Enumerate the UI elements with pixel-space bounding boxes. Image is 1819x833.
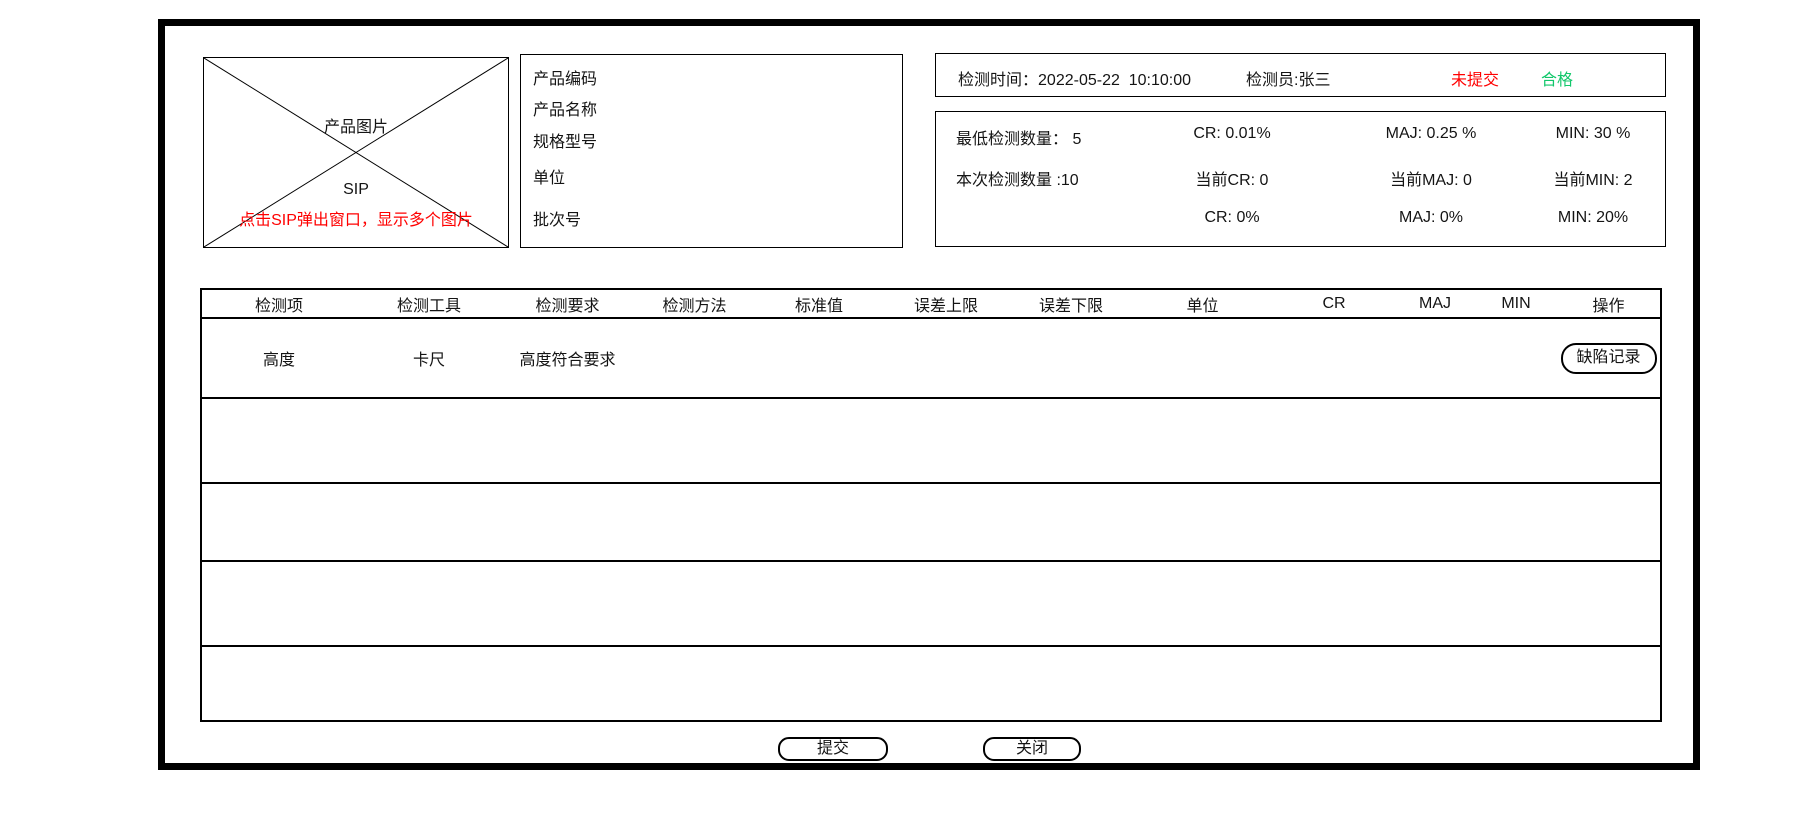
header-cell-item: 检测项 <box>202 292 356 316</box>
inspector-name: 检测员:张三 <box>1246 66 1330 90</box>
header-cell-standard: 标准值 <box>756 292 882 316</box>
sip-label[interactable]: SIP <box>204 181 508 199</box>
stat-cr-rate: CR: 0% <box>1152 209 1312 227</box>
field-label-batch-no: 批次号 <box>533 206 581 230</box>
table-row[interactable]: 高度 卡尺 高度符合要求 缺陷记录 <box>202 319 1660 399</box>
header-cell-min: MIN <box>1475 295 1557 313</box>
product-info-box: 产品编码 产品名称 规格型号 单位 批次号 <box>520 54 903 248</box>
header-cell-requirement: 检测要求 <box>502 292 633 316</box>
inspection-time: 检测时间：2022-05-22 10:10:00 <box>958 66 1191 90</box>
stat-current-qty: 本次检测数量 :10 <box>956 166 1176 190</box>
inspection-window: 产品图片 SIP 点击SIP弹出窗口，显示多个图片 产品编码 产品名称 规格型号… <box>0 0 1819 833</box>
inspection-table: 检测项 检测工具 检测要求 检测方法 标准值 误差上限 误差下限 单位 CR M… <box>200 288 1662 722</box>
header-cell-lower-tolerance: 误差下限 <box>1010 292 1132 316</box>
table-row-empty <box>202 484 1660 562</box>
stat-min-required-qty: 最低检测数量： 5 <box>956 125 1176 149</box>
stat-current-maj: 当前MAJ: 0 <box>1351 166 1511 190</box>
header-cell-upper-tolerance: 误差上限 <box>882 292 1010 316</box>
header-cell-unit: 单位 <box>1132 292 1273 316</box>
stat-current-min: 当前MIN: 2 <box>1522 166 1664 190</box>
sip-note: 点击SIP弹出窗口，显示多个图片 <box>204 206 508 230</box>
stat-min-rate: MIN: 20% <box>1522 209 1664 227</box>
field-label-spec-model: 规格型号 <box>533 128 597 152</box>
table-header-row: 检测项 检测工具 检测要求 检测方法 标准值 误差上限 误差下限 单位 CR M… <box>202 290 1660 319</box>
stat-min-limit: MIN: 30 % <box>1522 125 1664 143</box>
cell-tool: 卡尺 <box>356 346 502 370</box>
defect-record-button[interactable]: 缺陷记录 <box>1561 343 1657 374</box>
cell-item: 高度 <box>202 346 356 370</box>
close-button[interactable]: 关闭 <box>983 737 1081 761</box>
inspection-time-value: 2022-05-22 10:10:00 <box>1038 72 1191 89</box>
stat-cr-limit: CR: 0.01% <box>1152 125 1312 143</box>
inspection-header-box: 检测时间：2022-05-22 10:10:00 检测员:张三 未提交 合格 <box>935 53 1666 97</box>
table-row-empty <box>202 399 1660 484</box>
field-label-unit: 单位 <box>533 164 565 188</box>
stat-current-cr: 当前CR: 0 <box>1152 166 1312 190</box>
submit-button[interactable]: 提交 <box>778 737 888 761</box>
field-label-product-code: 产品编码 <box>533 65 597 89</box>
product-image-title: 产品图片 <box>204 113 508 137</box>
status-unsubmitted: 未提交 <box>1451 66 1499 90</box>
header-cell-maj: MAJ <box>1395 295 1475 313</box>
table-row-empty <box>202 562 1660 647</box>
header-cell-method: 检测方法 <box>633 292 756 316</box>
field-label-product-name: 产品名称 <box>533 96 597 120</box>
product-image-box[interactable]: 产品图片 SIP 点击SIP弹出窗口，显示多个图片 <box>203 57 509 248</box>
header-cell-tool: 检测工具 <box>356 292 502 316</box>
stat-maj-rate: MAJ: 0% <box>1351 209 1511 227</box>
inspection-time-label: 检测时间： <box>958 72 1038 89</box>
stats-box: 最低检测数量： 5 CR: 0.01% MAJ: 0.25 % MIN: 30 … <box>935 111 1666 247</box>
header-cell-action: 操作 <box>1557 292 1660 316</box>
status-qualified: 合格 <box>1541 66 1573 90</box>
stat-maj-limit: MAJ: 0.25 % <box>1351 125 1511 143</box>
header-cell-cr: CR <box>1273 295 1395 313</box>
table-row-empty <box>202 647 1660 722</box>
cell-requirement: 高度符合要求 <box>502 346 633 370</box>
